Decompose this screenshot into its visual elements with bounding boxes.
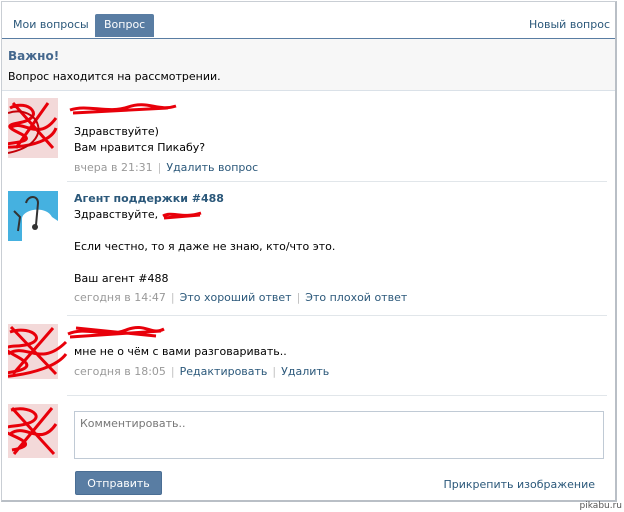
separator: | [296,291,301,304]
post-body: Здравствуйте) Вам нравится Пикабу? вчера… [74,124,604,176]
delete-question-link[interactable]: Удалить вопрос [166,161,258,174]
support-window: Мои вопросы Вопрос Новый вопрос Важно! В… [1,1,617,502]
post-text-line: Вам нравится Пикабу? [74,141,206,154]
separator: | [157,161,162,174]
delete-link[interactable]: Удалить [281,365,329,378]
post-meta: вчера в 21:31 | Удалить вопрос [74,160,604,176]
redacted-username-scribble [67,325,165,339]
divider [67,395,607,396]
divider [67,181,607,182]
user-avatar-scribbled[interactable] [8,324,68,379]
separator: | [170,291,175,304]
agent-greeting: Здравствуйте, [74,207,604,223]
post-body: мне не о чём с вами разговаривать.. сего… [74,344,604,380]
send-button[interactable]: Отправить [75,471,162,495]
post-timestamp: сегодня в 14:47 [74,291,166,304]
post-text-line: Здравствуйте) [74,125,159,138]
post-text-line: мне не о чём с вами разговаривать.. [74,345,287,358]
attach-image-link[interactable]: Прикрепить изображение [443,478,595,491]
watermark: pikabu.ru [579,501,622,511]
separator: | [272,365,277,378]
notice-text: Вопрос находится на рассмотрении. [8,70,221,83]
post-meta: сегодня в 14:47 | Это хороший ответ | Это пл… [74,290,604,306]
tab-bar: Мои вопросы Вопрос Новый вопрос [2,2,615,39]
post-timestamp: сегодня в 18:05 [74,365,166,378]
bad-answer-link[interactable]: Это плохой ответ [305,291,407,304]
status-notice: Важно! Вопрос находится на рассмотрении. [2,39,615,91]
tab-question[interactable]: Вопрос [95,14,155,37]
post-body: Агент поддержки #488 Здравствуйте, Если … [74,191,604,306]
tab-my-questions[interactable]: Мои вопросы [4,14,98,36]
redacted-name-scribble [161,211,202,220]
notice-title: Важно! [8,49,60,63]
redacted-username-scribble [69,103,177,115]
greeting-text: Здравствуйте, [74,208,159,221]
agent-author-name[interactable]: Агент поддержки #488 [74,191,604,207]
good-answer-link[interactable]: Это хороший ответ [180,291,292,304]
new-question-link[interactable]: Новый вопрос [529,14,610,36]
comment-input[interactable]: Комментировать.. [74,411,604,459]
edit-link[interactable]: Редактировать [180,365,268,378]
divider [67,315,607,316]
post-meta: сегодня в 18:05 | Редактировать | Удалить [74,364,604,380]
agent-signature: Ваш агент #488 [74,272,169,285]
post-timestamp: вчера в 21:31 [74,161,153,174]
user-avatar-scribbled[interactable] [8,98,58,158]
agent-avatar[interactable] [8,191,58,241]
post-text-line: Если честно, то я даже не знаю, кто/что … [74,240,336,253]
separator: | [170,365,175,378]
current-user-avatar-scribbled[interactable] [8,404,58,458]
